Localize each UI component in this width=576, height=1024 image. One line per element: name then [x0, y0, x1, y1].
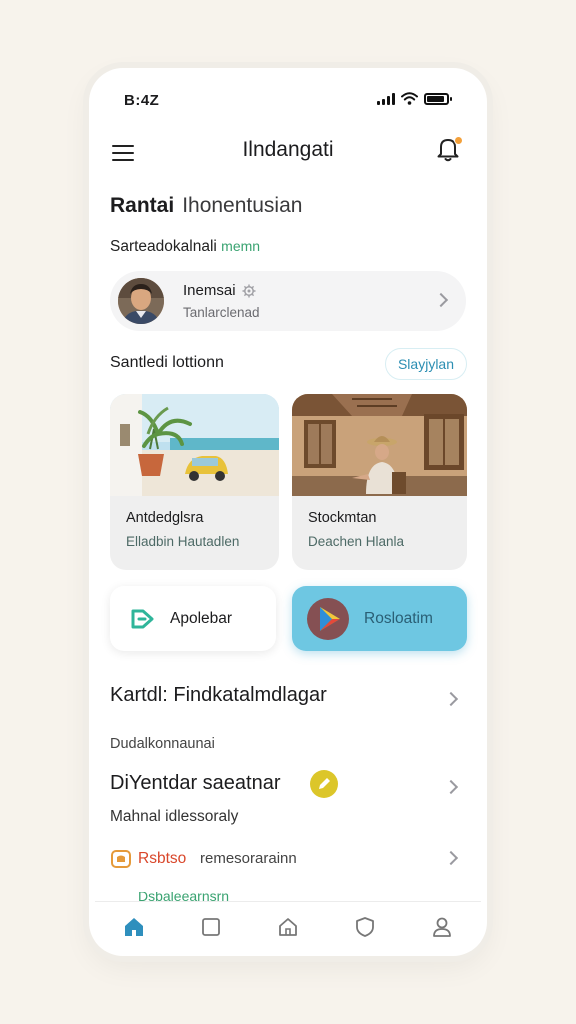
avatar	[118, 278, 164, 324]
square-icon	[201, 917, 220, 936]
list-row-2[interactable]: DiYentdar saeatnar	[110, 770, 466, 802]
phone-frame: B:4Z Ilndangati Rantai Ihonentusian Sart…	[89, 68, 487, 956]
badge-icon	[111, 850, 131, 868]
house-icon	[279, 917, 297, 936]
card-image-beach	[110, 394, 279, 496]
nav-collections[interactable]	[191, 907, 231, 947]
card-image-porch	[292, 394, 467, 496]
card-title: Stockmtan	[308, 510, 377, 526]
wifi-icon	[401, 92, 418, 105]
app-header: Ilndangati	[89, 132, 487, 188]
list-row-3[interactable]: Rsbtso remesorarainn	[110, 848, 466, 872]
notification-badge	[454, 136, 463, 145]
see-all-button[interactable]: Slayjylan	[384, 348, 467, 380]
profile-name-text: Inemsai	[183, 282, 236, 299]
status-icons	[377, 92, 452, 105]
profile-name: Inemsai	[183, 282, 256, 299]
profile-card[interactable]: Inemsai Tanlarclenad	[110, 271, 466, 331]
gear-icon	[242, 284, 256, 297]
user-icon	[433, 917, 452, 937]
list-row-1[interactable]: Kartdl: Findkatalmdlagar	[110, 684, 466, 714]
status-bar: B:4Z	[89, 68, 487, 132]
section2-title: Santledi lottionn	[110, 354, 224, 371]
nav-places[interactable]	[268, 907, 308, 947]
secondary-action-label: Apolebar	[170, 609, 233, 627]
card-subtitle: Elladbin Hautadlen	[126, 534, 240, 549]
row2-title: DiYentdar saeatnar	[110, 772, 281, 794]
bottom-navigation	[95, 901, 481, 951]
nav-profile[interactable]	[422, 907, 462, 947]
chevron-right-icon	[433, 292, 449, 308]
row3-title: Rsbtso	[138, 850, 187, 867]
section-title: Rantai Ihonentusian	[110, 194, 302, 218]
card-title: Antdedglsra	[126, 510, 204, 526]
notification-button[interactable]	[433, 134, 465, 166]
home-icon	[124, 917, 143, 936]
chevron-right-icon	[443, 850, 459, 866]
play-icon	[307, 597, 349, 640]
battery-icon	[424, 92, 452, 105]
row1-title: Kartdl: Findkatalmdlagar	[110, 684, 327, 706]
chevron-right-icon	[443, 691, 459, 707]
section-title-bold: Rantai	[110, 194, 175, 217]
row3-subtitle: remesorarainn	[200, 850, 297, 867]
caption-1: Dudalkonnaunai	[110, 736, 215, 752]
tag-icon	[131, 609, 154, 628]
primary-action-button[interactable]: Rosloatim	[292, 586, 467, 651]
chevron-right-icon	[443, 779, 459, 795]
signal-icon	[377, 92, 395, 105]
page-title: Ilndangati	[242, 138, 334, 161]
profile-subtitle: Tanlarclenad	[183, 305, 260, 320]
sub-label-accent: memn	[221, 238, 261, 254]
sub-label: Sarteadokalnali memn	[110, 238, 260, 256]
sub-label-text: Sarteadokalnali	[110, 238, 217, 255]
card-subtitle: Deachen Hlanla	[308, 534, 405, 549]
status-time: B:4Z	[124, 92, 160, 109]
secondary-action-button[interactable]: Apolebar	[110, 586, 276, 651]
card-beach[interactable]: Antdedglsra Elladbin Hautadlen	[110, 394, 279, 570]
nav-security[interactable]	[345, 907, 385, 947]
primary-action-label: Rosloatim	[364, 609, 433, 627]
pencil-icon	[310, 770, 338, 798]
shield-icon	[356, 916, 375, 937]
nav-home[interactable]	[114, 907, 154, 947]
card-porch[interactable]: Stockmtan Deachen Hlanla	[292, 394, 467, 570]
caption-2: Mahnal idlessoraly	[110, 808, 239, 825]
section-title-light: Ihonentusian	[182, 194, 303, 217]
